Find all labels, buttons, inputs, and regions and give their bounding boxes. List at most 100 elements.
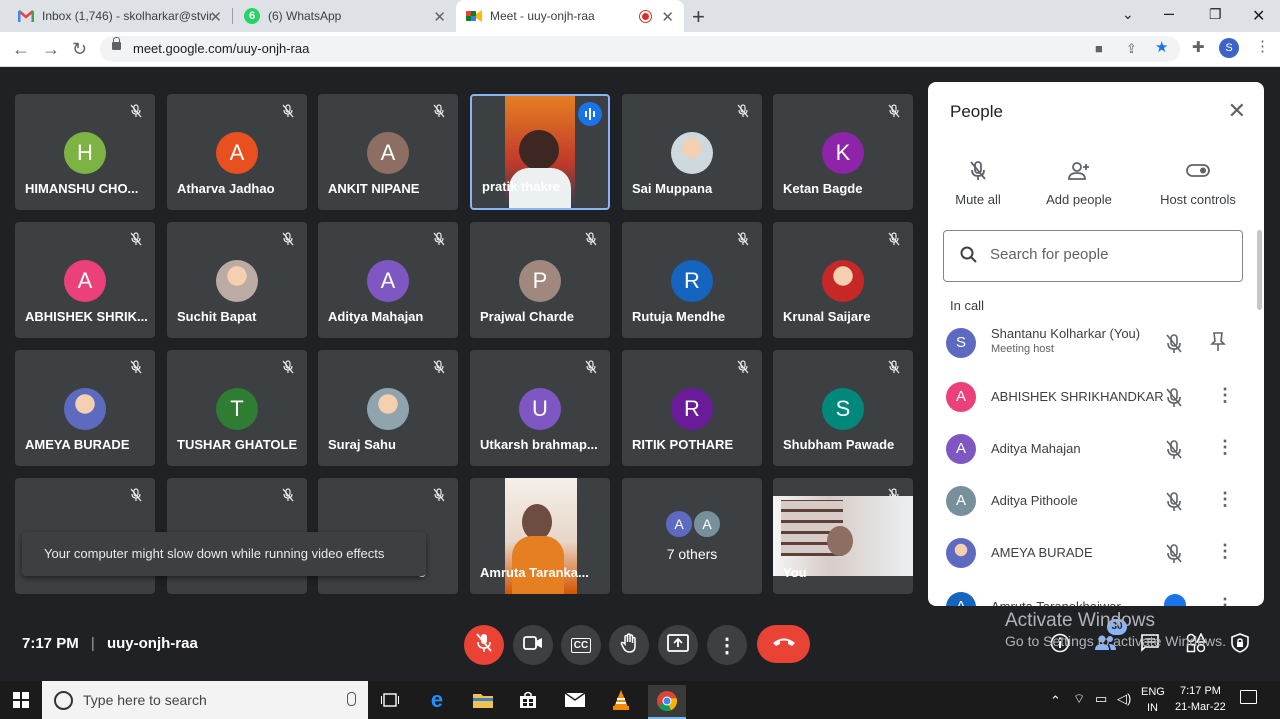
- chrome-icon[interactable]: [648, 685, 686, 719]
- volume-icon[interactable]: ◁): [1117, 691, 1131, 707]
- mic-off-icon[interactable]: [1164, 543, 1184, 570]
- file-explorer-icon[interactable]: [467, 685, 499, 715]
- camera-icon[interactable]: ■: [1095, 41, 1103, 56]
- new-tab-button[interactable]: +: [692, 4, 705, 30]
- meeting-code[interactable]: uuy-onjh-raa: [107, 635, 198, 652]
- people-list-item[interactable]: S Shantanu Kolharkar (You) Meeting host: [928, 318, 1248, 370]
- pin-icon[interactable]: [1210, 332, 1226, 357]
- edge-icon[interactable]: e: [421, 685, 453, 715]
- participant-tile[interactable]: A ABHISHEK SHRIK...: [15, 222, 155, 338]
- participant-tile[interactable]: pratik thakre: [470, 94, 610, 210]
- tray-chevron-icon[interactable]: ⌃: [1050, 693, 1061, 709]
- close-panel-button[interactable]: ✕: [1228, 98, 1246, 124]
- more-options-icon[interactable]: ⋮: [1216, 437, 1234, 458]
- participant-tile[interactable]: AA 7 others: [622, 478, 762, 594]
- people-list-item[interactable]: A Aditya Mahajan ⋮: [928, 424, 1248, 476]
- participant-tile[interactable]: A Atharva Jadhao: [167, 94, 307, 210]
- person-avatar: A: [946, 434, 976, 464]
- people-list-item[interactable]: AMEYA BURADE ⋮: [928, 528, 1248, 580]
- add-people-button[interactable]: Add people: [1029, 160, 1129, 207]
- participant-tile[interactable]: A Aditya Mahajan: [318, 222, 458, 338]
- participant-tile[interactable]: H HIMANSHU CHO...: [15, 94, 155, 210]
- tab-gmail[interactable]: Inbox (1,746) - skolharkar@stvinc ✕: [0, 0, 232, 32]
- tab-whatsapp[interactable]: 6 (6) WhatsApp ✕: [232, 0, 456, 32]
- taskbar-search[interactable]: Type here to search: [42, 681, 368, 719]
- bookmark-star-icon[interactable]: ★: [1155, 38, 1168, 56]
- close-tab-icon[interactable]: ✕: [209, 8, 222, 26]
- more-options-icon[interactable]: ⋮: [1216, 541, 1234, 562]
- participant-tile[interactable]: Suchit Bapat: [167, 222, 307, 338]
- participant-tile[interactable]: A ANKIT NIPANE: [318, 94, 458, 210]
- menu-icon[interactable]: ⋮: [1255, 37, 1270, 55]
- participant-tile[interactable]: K Ketan Bagde: [773, 94, 913, 210]
- reload-button[interactable]: ↻: [72, 39, 87, 60]
- people-list-item[interactable]: A Aditya Pithoole ⋮: [928, 476, 1248, 528]
- host-controls-button[interactable]: Host controls: [1148, 160, 1248, 207]
- people-search[interactable]: [943, 230, 1243, 282]
- back-button[interactable]: ←: [12, 39, 30, 60]
- participant-tile[interactable]: Suraj Sahu: [318, 350, 458, 466]
- host-controls-shield-icon[interactable]: [1231, 633, 1249, 658]
- battery-icon[interactable]: ▭: [1095, 691, 1107, 707]
- notification-center-icon[interactable]: [1240, 690, 1257, 704]
- omnibox[interactable]: meet.google.com/uuy-onjh-raa: [100, 36, 1180, 62]
- vlc-icon[interactable]: [605, 685, 637, 715]
- wifi-icon[interactable]: ⌔: [1073, 691, 1085, 707]
- microphone-icon[interactable]: [347, 692, 356, 706]
- windows-start-icon[interactable]: [5, 685, 37, 715]
- participant-tile[interactable]: P Prajwal Charde: [470, 222, 610, 338]
- more-options-icon[interactable]: ⋮: [1216, 385, 1234, 406]
- people-list-item[interactable]: A Amruta Taranekhaiwar ⋮: [928, 582, 1248, 606]
- profile-avatar[interactable]: S: [1219, 38, 1239, 58]
- leave-call-button[interactable]: [757, 625, 810, 663]
- mute-all-button[interactable]: Mute all: [928, 160, 1028, 207]
- search-people-input[interactable]: [988, 245, 1232, 264]
- participant-tile[interactable]: S Shubham Pawade: [773, 350, 913, 466]
- share-icon[interactable]: ⇪: [1126, 41, 1137, 57]
- participant-name: Ketan Bagde: [783, 181, 863, 196]
- restore-button[interactable]: ❐: [1209, 6, 1222, 23]
- present-button[interactable]: [658, 625, 698, 665]
- captions-button[interactable]: CC: [561, 625, 601, 665]
- mic-off-icon[interactable]: [1164, 491, 1184, 518]
- participant-name: Atharva Jadhao: [177, 181, 275, 196]
- language-region[interactable]: IN: [1147, 702, 1158, 714]
- minimize-button[interactable]: –: [1164, 3, 1174, 24]
- more-options-icon[interactable]: ⋮: [1216, 595, 1234, 606]
- extensions-icon[interactable]: ✚: [1192, 38, 1205, 56]
- mic-off-icon[interactable]: [1164, 439, 1184, 466]
- close-window-button[interactable]: ✕: [1252, 6, 1265, 26]
- participant-avatar: K: [822, 132, 864, 174]
- camera-toggle-button[interactable]: [513, 625, 553, 665]
- participant-tile[interactable]: Sai Muppana: [622, 94, 762, 210]
- participant-tile[interactable]: R RITIK POTHARE: [622, 350, 762, 466]
- store-icon[interactable]: [512, 685, 544, 715]
- forward-button[interactable]: →: [42, 39, 60, 60]
- participant-avatar: U: [519, 388, 561, 430]
- more-options-icon[interactable]: ⋮: [1216, 489, 1234, 510]
- mic-off-icon[interactable]: [1164, 387, 1184, 414]
- participant-tile[interactable]: AMEYA BURADE: [15, 350, 155, 466]
- mail-icon[interactable]: [559, 685, 591, 715]
- raise-hand-button[interactable]: [609, 625, 649, 665]
- taskbar-time[interactable]: 7:17 PM: [1180, 685, 1221, 697]
- participant-tile[interactable]: R Rutuja Mendhe: [622, 222, 762, 338]
- mic-toggle-button[interactable]: [464, 625, 504, 665]
- taskbar-date[interactable]: 21-Mar-22: [1175, 701, 1226, 713]
- mic-off-icon[interactable]: [1164, 333, 1184, 360]
- participant-tile[interactable]: Amruta Taranka...: [470, 478, 610, 594]
- more-options-button[interactable]: ⋮: [707, 625, 747, 665]
- participant-tile[interactable]: You: [773, 478, 913, 594]
- task-view-icon[interactable]: [374, 685, 406, 715]
- close-tab-icon[interactable]: ✕: [433, 8, 446, 26]
- participant-tile[interactable]: T TUSHAR GHATOLE: [167, 350, 307, 466]
- close-tab-icon[interactable]: ✕: [661, 8, 674, 26]
- muted-mic-icon: [281, 360, 295, 374]
- tab-meet[interactable]: Meet - uuy-onjh-raa ✕: [456, 0, 684, 32]
- people-list-item[interactable]: A ABHISHEK SHRIKHANDKAR ⋮: [928, 372, 1248, 424]
- tab-search-icon[interactable]: ⌄: [1122, 6, 1134, 23]
- panel-scrollbar[interactable]: [1257, 230, 1262, 310]
- language-code[interactable]: ENG: [1141, 686, 1165, 698]
- participant-tile[interactable]: U Utkarsh brahmap...: [470, 350, 610, 466]
- participant-tile[interactable]: Krunal Saijare: [773, 222, 913, 338]
